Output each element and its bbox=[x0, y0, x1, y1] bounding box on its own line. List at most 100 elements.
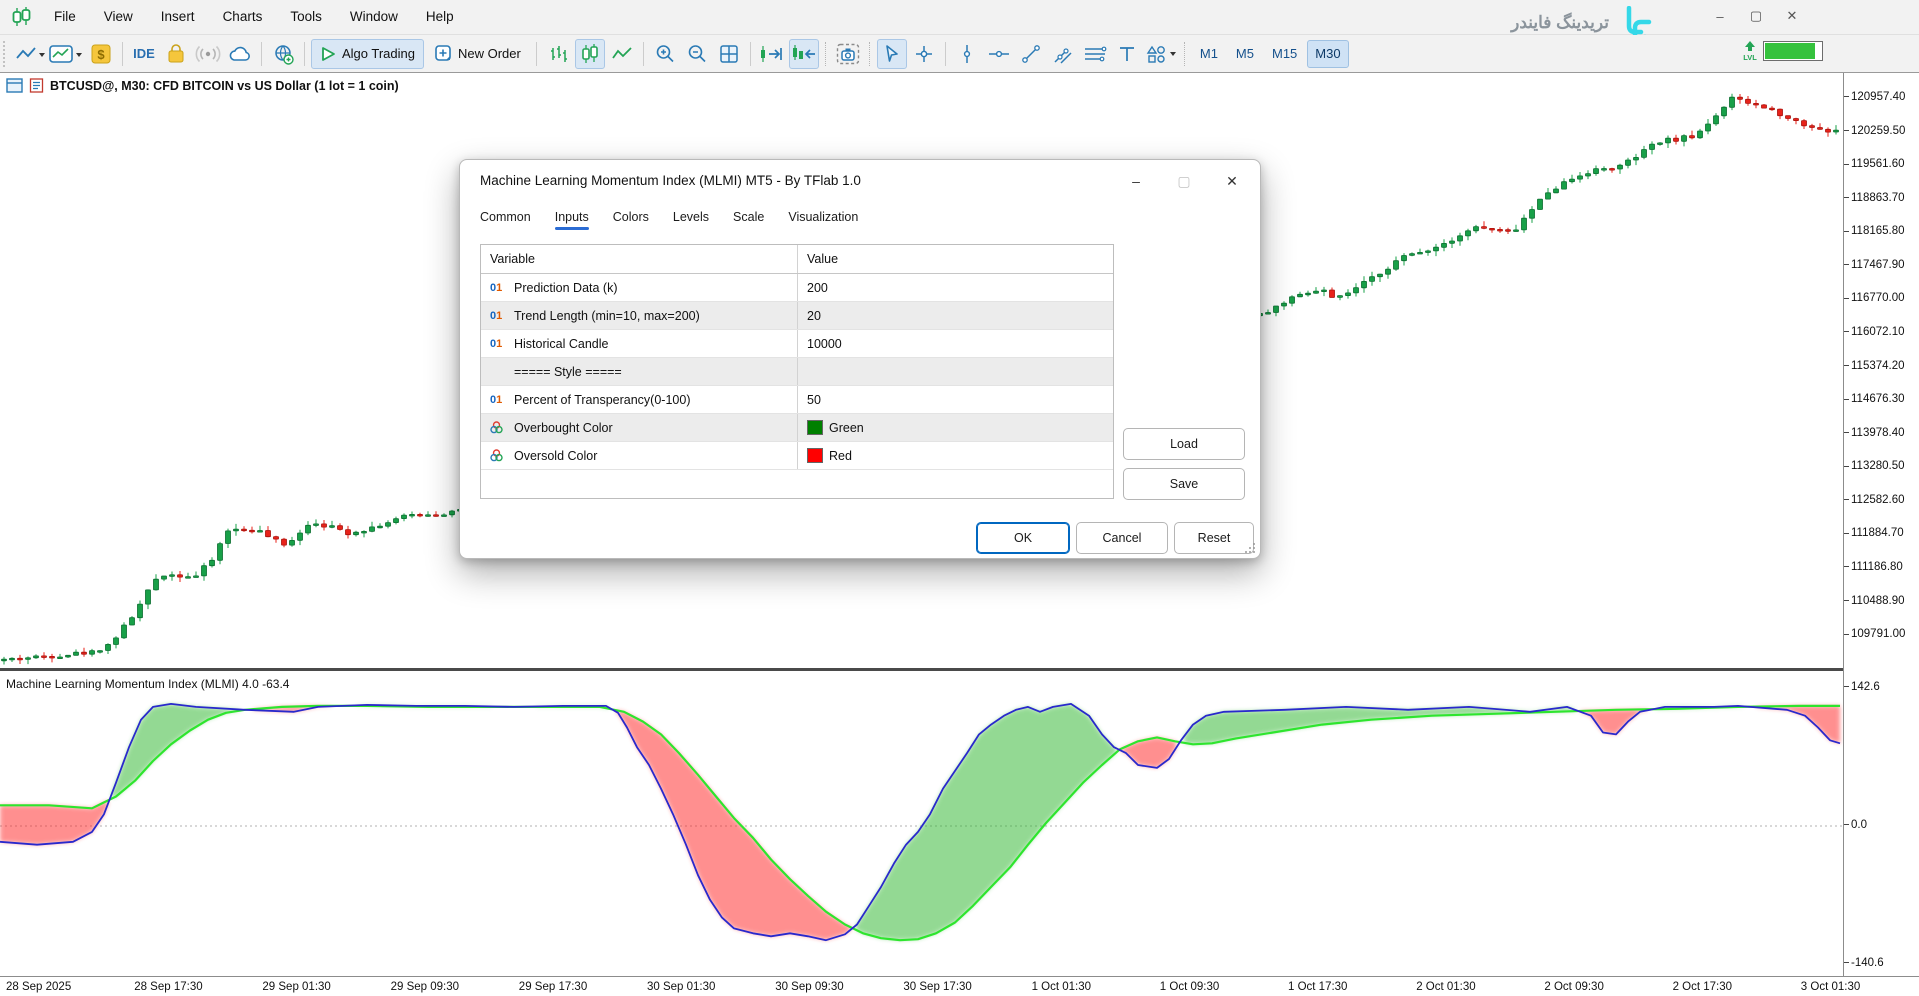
mt5-logo-icon bbox=[10, 7, 32, 27]
menu-view[interactable]: View bbox=[90, 0, 147, 34]
save-button[interactable]: Save bbox=[1123, 468, 1245, 500]
new-order-button[interactable]: New Order bbox=[426, 39, 530, 69]
tab-common[interactable]: Common bbox=[480, 210, 531, 230]
vertical-line-tool[interactable] bbox=[952, 39, 982, 69]
menu-charts[interactable]: Charts bbox=[209, 0, 277, 34]
variable-name: Prediction Data (k) bbox=[514, 281, 618, 295]
candlestick-chart-button[interactable] bbox=[575, 39, 605, 69]
channel-tool[interactable] bbox=[1048, 39, 1078, 69]
ok-button[interactable]: OK bbox=[976, 522, 1070, 554]
chart-doc-icon[interactable] bbox=[29, 78, 44, 93]
indicator-panel[interactable]: Machine Learning Momentum Index (MLMI) 4… bbox=[0, 671, 1843, 976]
chart-window-icon[interactable] bbox=[6, 78, 23, 93]
variable-value[interactable]: Green bbox=[829, 421, 864, 435]
menu-window[interactable]: Window bbox=[336, 0, 412, 34]
bar-chart-button[interactable] bbox=[543, 39, 573, 69]
text-tool[interactable] bbox=[1112, 39, 1142, 69]
variable-value[interactable]: Red bbox=[829, 449, 852, 463]
table-row[interactable]: 01Prediction Data (k)200 bbox=[481, 274, 1113, 302]
brand-name-farsi: تریدینگ فایندر bbox=[1511, 12, 1609, 33]
shift-end-button[interactable] bbox=[757, 39, 787, 69]
cloud-button[interactable] bbox=[225, 39, 255, 69]
timeframe-m5[interactable]: M5 bbox=[1228, 40, 1262, 68]
indicator-label: Machine Learning Momentum Index (MLMI) 4… bbox=[6, 677, 289, 691]
dialog-tabs: Common Inputs Colors Levels Scale Visualizati… bbox=[480, 210, 858, 230]
menu-insert[interactable]: Insert bbox=[147, 0, 209, 34]
chart-line-style-dropdown[interactable] bbox=[14, 39, 46, 69]
time-tick: 1 Oct 17:30 bbox=[1288, 981, 1347, 993]
shapes-dropdown[interactable] bbox=[1144, 39, 1178, 69]
table-row[interactable]: 01Trend Length (min=10, max=200)20 bbox=[481, 302, 1113, 330]
crosshair-button[interactable] bbox=[909, 39, 939, 69]
numeric-input-icon: 01 bbox=[490, 310, 514, 322]
symbols-dollar-button[interactable]: $ bbox=[86, 39, 116, 69]
tab-visualization[interactable]: Visualization bbox=[788, 210, 858, 230]
variable-value[interactable]: 20 bbox=[807, 309, 821, 323]
price-tick: 111186.80 bbox=[1844, 561, 1903, 573]
tab-levels[interactable]: Levels bbox=[673, 210, 709, 230]
tile-windows-button[interactable] bbox=[714, 39, 744, 69]
color-input-icon bbox=[490, 449, 514, 462]
color-swatch[interactable] bbox=[807, 448, 823, 463]
timeframe-m15[interactable]: M15 bbox=[1264, 40, 1305, 68]
tab-colors[interactable]: Colors bbox=[613, 210, 649, 230]
color-swatch[interactable] bbox=[807, 420, 823, 435]
trendline-tool[interactable] bbox=[1016, 39, 1046, 69]
minimize-button[interactable]: – bbox=[1705, 4, 1735, 28]
variable-value[interactable]: 200 bbox=[807, 281, 828, 295]
cancel-button[interactable]: Cancel bbox=[1076, 522, 1168, 554]
timeframe-m30[interactable]: M30 bbox=[1307, 40, 1348, 68]
dialog-resize-grip[interactable] bbox=[1244, 542, 1256, 554]
table-row[interactable]: 01Historical Candle10000 bbox=[481, 330, 1113, 358]
load-button[interactable]: Load bbox=[1123, 428, 1245, 460]
level-progress-bar bbox=[1763, 41, 1823, 61]
price-tick: 113280.50 bbox=[1844, 460, 1905, 472]
reset-button[interactable]: Reset bbox=[1174, 522, 1254, 554]
panel-divider[interactable] bbox=[0, 668, 1843, 671]
dialog-close-button[interactable]: ✕ bbox=[1218, 168, 1246, 194]
screenshot-button[interactable] bbox=[833, 39, 863, 69]
cursor-button[interactable] bbox=[877, 39, 907, 69]
dialog-maximize-button[interactable]: ▢ bbox=[1170, 168, 1198, 194]
price-tick: 115374.20 bbox=[1844, 360, 1905, 372]
zoom-out-button[interactable] bbox=[682, 39, 712, 69]
signals-button[interactable] bbox=[193, 39, 223, 69]
tab-scale[interactable]: Scale bbox=[733, 210, 764, 230]
price-tick: 116072.10 bbox=[1844, 326, 1905, 338]
table-row[interactable]: Overbought ColorGreen bbox=[481, 414, 1113, 442]
maximize-button[interactable]: ▢ bbox=[1741, 4, 1771, 28]
line-chart-button[interactable] bbox=[607, 39, 637, 69]
table-row[interactable]: Oversold ColorRed bbox=[481, 442, 1113, 470]
dialog-minimize-button[interactable]: – bbox=[1122, 168, 1150, 194]
table-row[interactable]: 01Percent of Transperancy(0-100)50 bbox=[481, 386, 1113, 414]
chart-profile-dropdown[interactable] bbox=[48, 39, 84, 69]
fibonacci-tool[interactable] bbox=[1080, 39, 1110, 69]
market-button[interactable] bbox=[161, 39, 191, 69]
horizontal-line-tool[interactable] bbox=[984, 39, 1014, 69]
dialog-titlebar[interactable]: Machine Learning Momentum Index (MLMI) M… bbox=[460, 160, 1260, 202]
toolbar-drag-handle[interactable] bbox=[3, 41, 10, 67]
tab-inputs[interactable]: Inputs bbox=[555, 210, 589, 230]
table-row[interactable]: ===== Style ===== bbox=[481, 358, 1113, 386]
price-tick: 111884.70 bbox=[1844, 527, 1904, 539]
price-tick: 114676.30 bbox=[1844, 393, 1905, 405]
indicator-scale-tick: -140.6 bbox=[1844, 957, 1884, 969]
algo-trading-button[interactable]: Algo Trading bbox=[311, 39, 424, 69]
ide-button[interactable]: IDE bbox=[129, 39, 159, 69]
community-button[interactable] bbox=[268, 39, 298, 69]
menu-tools[interactable]: Tools bbox=[276, 0, 336, 34]
close-button[interactable]: ✕ bbox=[1777, 4, 1807, 28]
time-tick: 29 Sep 09:30 bbox=[391, 981, 459, 993]
indicator-axis[interactable]: 142.60.0-140.6 bbox=[1843, 671, 1919, 976]
time-tick: 30 Sep 09:30 bbox=[775, 981, 843, 993]
zoom-in-button[interactable] bbox=[650, 39, 680, 69]
variable-value[interactable]: 10000 bbox=[807, 337, 842, 351]
variable-value[interactable]: 50 bbox=[807, 393, 821, 407]
menu-help[interactable]: Help bbox=[412, 0, 468, 34]
menu-file[interactable]: File bbox=[40, 0, 90, 34]
auto-scroll-button[interactable] bbox=[789, 39, 819, 69]
play-icon bbox=[320, 46, 336, 62]
time-axis[interactable]: 28 Sep 202528 Sep 17:3029 Sep 01:3029 Se… bbox=[0, 976, 1919, 996]
timeframe-group: M1M5M15M30 bbox=[1191, 40, 1350, 68]
timeframe-m1[interactable]: M1 bbox=[1192, 40, 1226, 68]
